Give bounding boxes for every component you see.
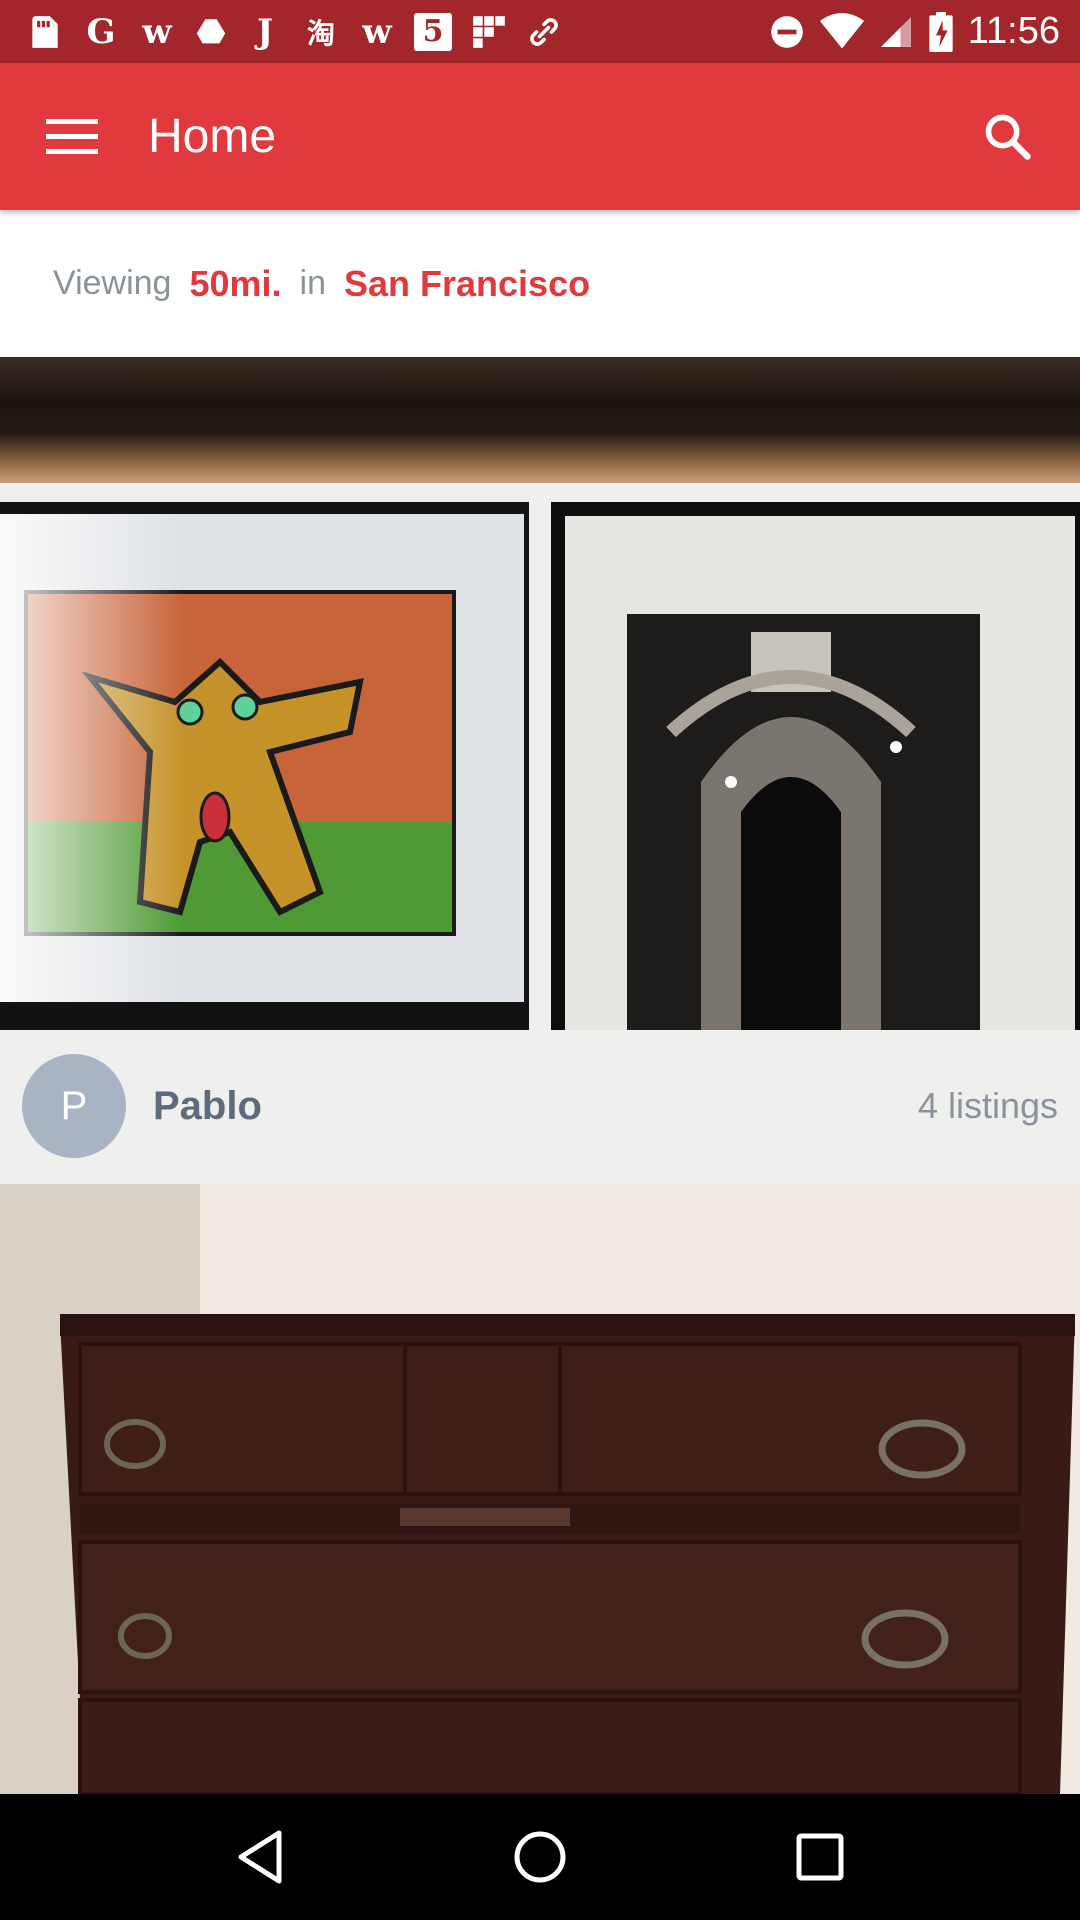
framed-architecture-photo-image [551, 502, 1080, 1030]
radius-selector[interactable]: 50mi. [189, 263, 281, 305]
hamburger-menu-icon [46, 118, 98, 154]
drive-icon [196, 18, 226, 43]
sd-card-icon [32, 15, 58, 48]
back-triangle-icon [238, 1830, 282, 1884]
location-filter: Viewing 50mi. in San Francisco [0, 210, 1080, 357]
menu-button[interactable] [22, 87, 122, 187]
listing-photo[interactable] [0, 1184, 1080, 1794]
app-bar: Home [0, 63, 1080, 210]
cell-signal-icon [880, 16, 911, 47]
link-app-icon [530, 17, 558, 46]
seller-row[interactable]: P Pablo 4 listings [0, 1030, 1080, 1182]
wifi-icon [819, 12, 864, 48]
search-icon [985, 114, 1031, 160]
back-button[interactable] [205, 1802, 315, 1912]
search-button[interactable] [958, 87, 1058, 187]
page-title: Home [148, 110, 277, 163]
home-button[interactable] [485, 1802, 595, 1912]
notification-app-icon: 5 [414, 12, 452, 51]
battery-charging-icon [929, 11, 953, 52]
listing-photo[interactable] [0, 357, 1080, 483]
recents-button[interactable] [765, 1802, 875, 1912]
system-navigation-bar [0, 1794, 1080, 1920]
city-selector[interactable]: San Francisco [344, 263, 590, 305]
recents-square-icon [796, 1833, 844, 1881]
avatar-initial: P [60, 1083, 88, 1128]
listing-count[interactable]: 4 listings [918, 1085, 1058, 1127]
notification-app-icon: w [362, 11, 392, 52]
notification-app-icon: 淘 [306, 16, 335, 50]
location-prefix: Viewing [53, 264, 172, 302]
listing-photo[interactable] [0, 502, 529, 1030]
avatar[interactable]: P [22, 1054, 126, 1158]
dresser-photo-image [0, 1184, 1080, 1794]
home-circle-icon [514, 1831, 566, 1883]
notification-app-icon: w [142, 11, 172, 52]
listing-feed[interactable]: P Pablo 4 listings [0, 357, 1080, 1794]
notification-app-icon: J [256, 11, 274, 52]
location-connector: in [299, 264, 326, 302]
notification-icons: G w J 淘 w 5 [26, 11, 562, 52]
status-bar: G w J 淘 w 5 11:56 [0, 0, 1080, 63]
do-not-disturb-icon [770, 15, 803, 48]
listing-photo[interactable] [551, 502, 1080, 1030]
system-icons: 11:56 [768, 10, 1060, 53]
grid-app-icon [473, 15, 505, 48]
notification-app-icon: G [86, 11, 116, 52]
seller-name[interactable]: Pablo [153, 1084, 262, 1129]
framed-drawing-image [0, 502, 529, 1030]
clock: 11:56 [967, 10, 1060, 52]
